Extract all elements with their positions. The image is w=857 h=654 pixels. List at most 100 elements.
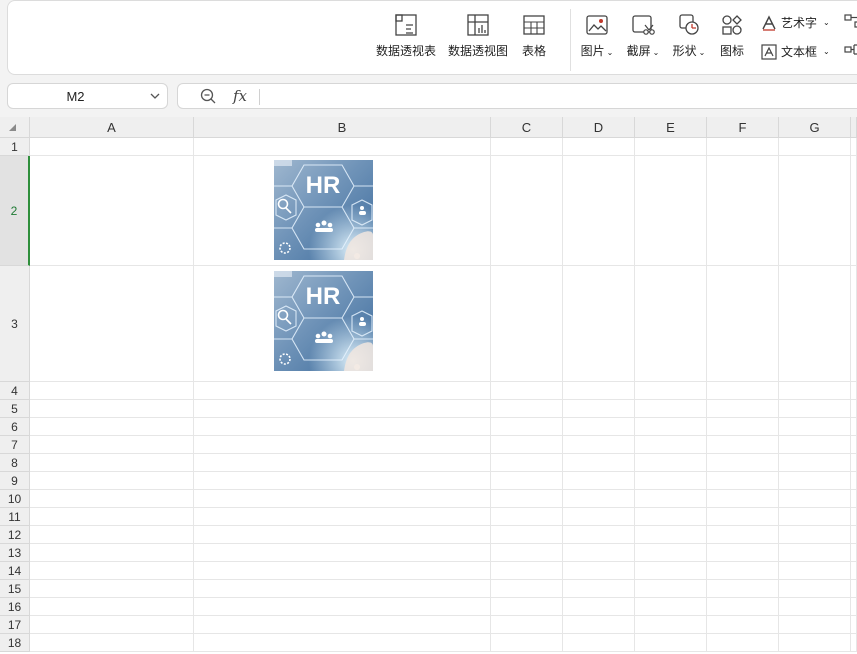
cell-g11[interactable] — [779, 508, 851, 526]
cell-f4[interactable] — [707, 382, 779, 400]
cell-f17[interactable] — [707, 616, 779, 634]
cell-d1[interactable] — [563, 138, 635, 156]
cell-b5[interactable] — [194, 400, 491, 418]
cell-b9[interactable] — [194, 472, 491, 490]
cell-g2[interactable] — [779, 156, 851, 266]
cell-e1[interactable] — [635, 138, 707, 156]
cell-f7[interactable] — [707, 436, 779, 454]
screenshot-button[interactable]: 截屏 ⌄ — [620, 13, 666, 59]
cell-d10[interactable] — [563, 490, 635, 508]
cell-a9[interactable] — [30, 472, 194, 490]
cell-b1[interactable] — [194, 138, 491, 156]
cell-a10[interactable] — [30, 490, 194, 508]
zoom-out-icon[interactable] — [200, 88, 216, 104]
row-header-7[interactable]: 7 — [0, 436, 30, 454]
cell-c13[interactable] — [491, 544, 563, 562]
cell-g6[interactable] — [779, 418, 851, 436]
cell-a15[interactable] — [30, 580, 194, 598]
row-header-16[interactable]: 16 — [0, 598, 30, 616]
row-header-18[interactable]: 18 — [0, 634, 30, 652]
cell-g12[interactable] — [779, 526, 851, 544]
cell-d8[interactable] — [563, 454, 635, 472]
cell-c16[interactable] — [491, 598, 563, 616]
cell-f6[interactable] — [707, 418, 779, 436]
cell-c12[interactable] — [491, 526, 563, 544]
cell-b10[interactable] — [194, 490, 491, 508]
row-header-8[interactable]: 8 — [0, 454, 30, 472]
formula-input[interactable] — [268, 87, 856, 107]
column-header-a[interactable]: A — [30, 117, 194, 138]
cell-a18[interactable] — [30, 634, 194, 652]
cell-f8[interactable] — [707, 454, 779, 472]
cell-d17[interactable] — [563, 616, 635, 634]
cell-e15[interactable] — [635, 580, 707, 598]
cell-e2[interactable] — [635, 156, 707, 266]
cell-a17[interactable] — [30, 616, 194, 634]
cell-e11[interactable] — [635, 508, 707, 526]
cell-d6[interactable] — [563, 418, 635, 436]
cell-g13[interactable] — [779, 544, 851, 562]
cell-b17[interactable] — [194, 616, 491, 634]
table-button[interactable]: 表格 — [514, 13, 554, 59]
cell-e17[interactable] — [635, 616, 707, 634]
cell-g10[interactable] — [779, 490, 851, 508]
cell-d12[interactable] — [563, 526, 635, 544]
column-header-f[interactable]: F — [707, 117, 779, 138]
cell-c3[interactable] — [491, 266, 563, 382]
row-header-1[interactable]: 1 — [0, 138, 30, 156]
row-header-3[interactable]: 3 — [0, 266, 30, 382]
cell-e4[interactable] — [635, 382, 707, 400]
picture-button[interactable]: 图片 ⌄ — [574, 13, 620, 59]
cell-c7[interactable] — [491, 436, 563, 454]
cell-b6[interactable] — [194, 418, 491, 436]
cell-a2[interactable] — [30, 156, 194, 266]
cell-b7[interactable] — [194, 436, 491, 454]
cell-g16[interactable] — [779, 598, 851, 616]
cell-c9[interactable] — [491, 472, 563, 490]
cell-e12[interactable] — [635, 526, 707, 544]
cell-b18[interactable] — [194, 634, 491, 652]
cell-a12[interactable] — [30, 526, 194, 544]
row-header-6[interactable]: 6 — [0, 418, 30, 436]
name-box[interactable]: M2 — [7, 83, 168, 109]
cell-f11[interactable] — [707, 508, 779, 526]
cell-a8[interactable] — [30, 454, 194, 472]
cell-c8[interactable] — [491, 454, 563, 472]
row-header-11[interactable]: 11 — [0, 508, 30, 526]
cell-f10[interactable] — [707, 490, 779, 508]
cell-f13[interactable] — [707, 544, 779, 562]
row-header-14[interactable]: 14 — [0, 562, 30, 580]
cell-a16[interactable] — [30, 598, 194, 616]
cell-g7[interactable] — [779, 436, 851, 454]
cell-a5[interactable] — [30, 400, 194, 418]
cell-f12[interactable] — [707, 526, 779, 544]
cell-a7[interactable] — [30, 436, 194, 454]
cell-d13[interactable] — [563, 544, 635, 562]
cell-e18[interactable] — [635, 634, 707, 652]
cell-f1[interactable] — [707, 138, 779, 156]
row-header-12[interactable]: 12 — [0, 526, 30, 544]
row-header-5[interactable]: 5 — [0, 400, 30, 418]
cell-a14[interactable] — [30, 562, 194, 580]
cell-b11[interactable] — [194, 508, 491, 526]
flowchart-button[interactable] — [843, 42, 857, 63]
row-header-2[interactable]: 2 — [0, 156, 30, 266]
cell-e6[interactable] — [635, 418, 707, 436]
cell-c17[interactable] — [491, 616, 563, 634]
cell-e16[interactable] — [635, 598, 707, 616]
cell-e3[interactable] — [635, 266, 707, 382]
row-header-4[interactable]: 4 — [0, 382, 30, 400]
row-header-10[interactable]: 10 — [0, 490, 30, 508]
shapes-button[interactable]: 形状 ⌄ — [666, 13, 712, 59]
cell-c6[interactable] — [491, 418, 563, 436]
cell-b14[interactable] — [194, 562, 491, 580]
cell-f5[interactable] — [707, 400, 779, 418]
row-header-15[interactable]: 15 — [0, 580, 30, 598]
cell-e10[interactable] — [635, 490, 707, 508]
cell-b16[interactable] — [194, 598, 491, 616]
cell-g5[interactable] — [779, 400, 851, 418]
cell-f2[interactable] — [707, 156, 779, 266]
cell-g18[interactable] — [779, 634, 851, 652]
cell-g9[interactable] — [779, 472, 851, 490]
cell-c2[interactable] — [491, 156, 563, 266]
